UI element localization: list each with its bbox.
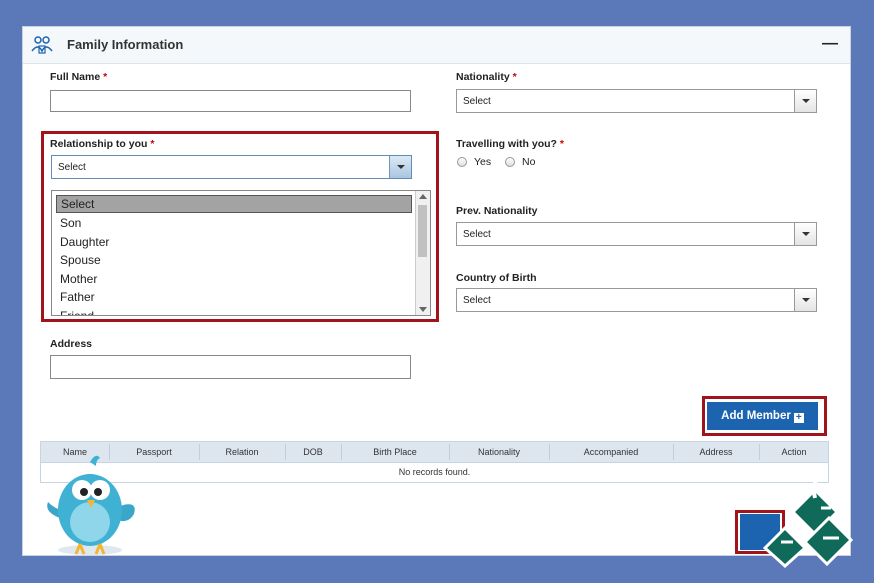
- travelling-no-radio[interactable]: [505, 157, 515, 167]
- nationality-value: Select: [463, 96, 491, 107]
- column-header-address: Address: [699, 447, 733, 457]
- relationship-select[interactable]: Select: [51, 155, 412, 179]
- option-mother[interactable]: Mother: [56, 270, 412, 288]
- scroll-up-icon[interactable]: [419, 194, 427, 199]
- country-of-birth-value: Select: [463, 295, 491, 306]
- column-header-accompanied: Accompanied: [583, 447, 639, 457]
- nationality-select[interactable]: Select: [456, 89, 817, 113]
- prev-nationality-select[interactable]: Select: [456, 222, 817, 246]
- travelling-label: Travelling with you? *: [456, 138, 564, 150]
- members-table: Name Passport Relation DOB Birth Place N…: [40, 441, 829, 483]
- option-friend[interactable]: Friend: [56, 307, 412, 315]
- option-spouse[interactable]: Spouse: [56, 251, 412, 269]
- option-select[interactable]: Select: [56, 195, 412, 213]
- prev-nationality-value: Select: [463, 229, 491, 240]
- bird-mascot-icon: [47, 455, 135, 555]
- option-father[interactable]: Father: [56, 288, 412, 306]
- dropdown-button[interactable]: [794, 90, 816, 112]
- option-son[interactable]: Son: [56, 214, 412, 232]
- option-daughter[interactable]: Daughter: [56, 233, 412, 251]
- dropdown-scrollbar[interactable]: [415, 191, 430, 315]
- travelling-yes-label: Yes: [474, 156, 492, 168]
- travelling-no-label: No: [522, 156, 536, 168]
- table-header: Name Passport Relation DOB Birth Place N…: [41, 442, 828, 463]
- dropdown-button[interactable]: [389, 156, 411, 178]
- family-icon: [31, 36, 53, 54]
- travelling-yes-radio[interactable]: [457, 157, 467, 167]
- chevron-down-icon: [802, 298, 810, 302]
- country-of-birth-select[interactable]: Select: [456, 288, 817, 312]
- column-header-dob: DOB: [303, 447, 323, 457]
- nationality-label: Nationality *: [456, 71, 517, 83]
- relationship-dropdown-list: Select Son Daughter Spouse Mother Father…: [51, 190, 431, 316]
- column-header-relation: Relation: [225, 447, 259, 457]
- chevron-down-icon: [802, 232, 810, 236]
- watermark-logo-icon: [762, 472, 854, 568]
- panel-title: Family Information: [67, 37, 184, 52]
- dropdown-button[interactable]: [794, 223, 816, 245]
- table-empty-message: No records found.: [398, 467, 471, 477]
- chevron-down-icon: [397, 165, 405, 169]
- column-header-birth-place: Birth Place: [373, 447, 417, 457]
- panel-header: Family Information —: [23, 27, 850, 64]
- relationship-value: Select: [58, 162, 86, 173]
- dropdown-button[interactable]: [794, 289, 816, 311]
- full-name-input[interactable]: [50, 90, 411, 112]
- full-name-label: Full Name *: [50, 71, 108, 83]
- column-header-action: Action: [781, 447, 807, 457]
- chevron-down-icon: [802, 99, 810, 103]
- relationship-label: Relationship to you *: [50, 138, 155, 150]
- column-header-nationality: Nationality: [477, 447, 521, 457]
- scroll-down-icon[interactable]: [419, 307, 427, 312]
- collapse-button[interactable]: —: [822, 35, 838, 53]
- prev-nationality-label: Prev. Nationality: [456, 205, 538, 217]
- plus-icon: +: [793, 413, 804, 423]
- add-member-button[interactable]: Add Member +: [707, 402, 818, 430]
- address-label: Address: [50, 338, 93, 350]
- scroll-thumb[interactable]: [418, 205, 427, 257]
- address-input[interactable]: [50, 355, 411, 379]
- country-of-birth-label: Country of Birth: [456, 272, 537, 284]
